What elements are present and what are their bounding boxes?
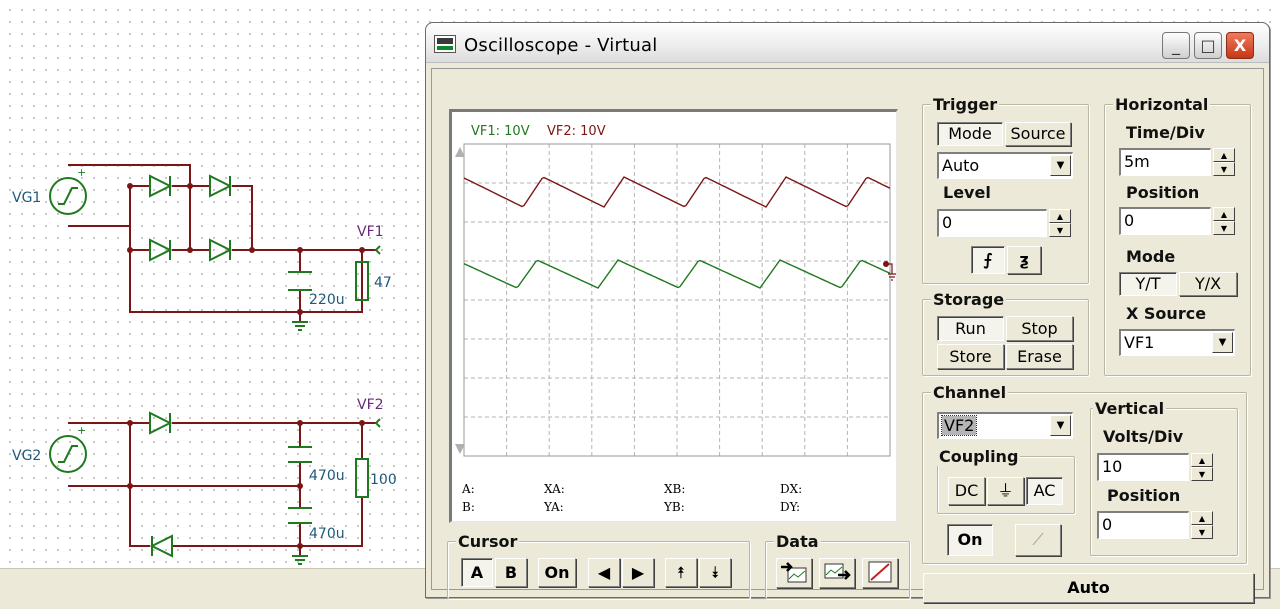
export-data-icon[interactable]	[776, 558, 812, 588]
maximize-button[interactable]: □	[1194, 32, 1222, 59]
mode-yt-button[interactable]: Y/T	[1119, 272, 1177, 296]
storage-group: Storage Run Stop Store Erase	[922, 290, 1089, 376]
time-div-input[interactable]: 5m	[1119, 148, 1211, 176]
svg-text:+: +	[77, 166, 86, 179]
time-div-label: Time/Div	[1126, 123, 1205, 142]
cursor-down-icon[interactable]: ⯯	[699, 558, 731, 587]
cursor-a-button[interactable]: A	[461, 558, 493, 587]
auto-button[interactable]: Auto	[923, 573, 1254, 603]
source-label-vg1: VG1	[12, 190, 41, 206]
x-source-label: X Source	[1126, 304, 1207, 323]
readout-xa: XA:	[544, 482, 565, 496]
window-title: Oscilloscope - Virtual	[464, 35, 658, 56]
x-source-value: VF1	[1124, 333, 1155, 352]
cursor-up-icon[interactable]: ⯭	[665, 558, 697, 587]
source-label-vg2: VG2	[12, 448, 41, 464]
trigger-level-label: Level	[943, 183, 991, 202]
title-bar[interactable]: Oscilloscope - Virtual _ □ X	[426, 23, 1269, 63]
cursor-on-button[interactable]: On	[538, 558, 576, 587]
readout-yb: YB:	[664, 500, 685, 514]
horizontal-group: Horizontal Time/Div 5m ▲ ▼ Position 0 ▲ ▼ …	[1104, 95, 1251, 376]
readout-a: A:	[462, 482, 475, 496]
import-data-icon[interactable]	[819, 558, 855, 588]
capacitor-label-220u: 220u	[309, 292, 345, 308]
chevron-down-icon[interactable]: ▼	[1050, 415, 1071, 436]
vertical-position-spinner[interactable]: ▲ ▼	[1191, 511, 1213, 539]
channel-on-button[interactable]: On	[947, 524, 993, 556]
oscilloscope-app-icon	[434, 35, 456, 53]
probe-label-vf2: VF2	[357, 397, 384, 413]
falling-edge-icon[interactable]: ƺ	[1007, 246, 1041, 274]
scope-screen[interactable]: VF1: 10V VF2: 10V A: B: XA: YA: XB: YB: …	[449, 109, 898, 523]
channel-group: Channel VF2 ▼ Coupling DC ⏚ AC On ⟋ Vert…	[922, 383, 1247, 564]
coupling-title: Coupling	[937, 447, 1021, 466]
trigger-level-spinner[interactable]: ▲ ▼	[1049, 209, 1071, 237]
capacitor-label-470u-1: 470u	[309, 468, 345, 484]
rising-edge-icon[interactable]: ⨍	[971, 246, 1005, 274]
horizontal-position-input[interactable]: 0	[1119, 207, 1211, 235]
scope-panel: VF1: 10V VF2: 10V A: B: XA: YA: XB: YB: …	[431, 68, 1264, 603]
trigger-mode-value: Auto	[942, 156, 980, 175]
capacitor-label-470u-2: 470u	[309, 526, 345, 542]
coupling-ground-icon[interactable]: ⏚	[987, 477, 1024, 505]
readout-dy: DY:	[780, 500, 801, 514]
run-button[interactable]: Run	[937, 316, 1004, 341]
vertical-position-label: Position	[1107, 486, 1181, 505]
trigger-mode-button[interactable]: Mode	[937, 122, 1003, 146]
chevron-down-icon[interactable]: ▼	[1050, 155, 1071, 176]
trigger-level-input[interactable]: 0	[937, 209, 1047, 237]
resistor-label-47: 47	[374, 275, 392, 291]
store-button[interactable]: Store	[937, 344, 1004, 369]
oscilloscope-window: Oscilloscope - Virtual _ □ X VF1: 10V VF…	[425, 22, 1270, 603]
erase-button[interactable]: Erase	[1006, 344, 1073, 369]
horizontal-position-label: Position	[1126, 183, 1200, 202]
cursor-title: Cursor	[456, 532, 520, 551]
cursor-left-icon[interactable]: ◀	[588, 558, 620, 587]
channel-title: Channel	[931, 383, 1009, 402]
readout-xb: XB:	[664, 482, 686, 496]
coupling-group: Coupling DC ⏚ AC	[937, 447, 1075, 514]
volts-div-label: Volts/Div	[1103, 427, 1184, 446]
schematic-canvas: + + VG1 VG2 VF1 VF2 220u 470u 470u 47 100	[12, 164, 397, 565]
volts-div-input[interactable]: 10	[1097, 453, 1189, 481]
data-group: Data	[765, 532, 910, 599]
readout-ya: YA:	[544, 500, 564, 514]
channel-value: VF2	[940, 415, 978, 436]
chevron-down-icon[interactable]: ▼	[1212, 332, 1233, 353]
scope-grid	[455, 143, 896, 457]
cursor-right-icon[interactable]: ▶	[622, 558, 654, 587]
channel-select[interactable]: VF2 ▼	[937, 412, 1073, 439]
trigger-group: Trigger Mode Source Auto ▼ Level 0 ▲ ▼ ⨍ …	[922, 95, 1089, 284]
data-title: Data	[774, 532, 821, 551]
readout-dx: DX:	[780, 482, 803, 496]
cursor-group: Cursor A B On ◀ ▶ ⯭ ⯯	[447, 532, 750, 599]
stop-button[interactable]: Stop	[1006, 316, 1073, 341]
trigger-source-button[interactable]: Source	[1005, 122, 1071, 146]
vertical-position-input[interactable]: 0	[1097, 511, 1189, 539]
storage-title: Storage	[931, 290, 1007, 309]
time-div-spinner[interactable]: ▲ ▼	[1213, 148, 1235, 176]
x-source-select[interactable]: VF1 ▼	[1119, 329, 1235, 356]
horizontal-title: Horizontal	[1113, 95, 1211, 114]
horizontal-mode-label: Mode	[1126, 247, 1176, 266]
trigger-title: Trigger	[931, 95, 1000, 114]
plot-data-icon[interactable]	[862, 558, 898, 588]
coupling-dc-button[interactable]: DC	[948, 477, 985, 505]
minimize-button[interactable]: _	[1162, 32, 1190, 59]
close-button[interactable]: X	[1226, 32, 1254, 59]
trigger-mode-select[interactable]: Auto ▼	[937, 152, 1073, 179]
resistor-label-100: 100	[370, 472, 397, 488]
mode-yx-button[interactable]: Y/X	[1179, 272, 1237, 296]
coupling-ac-button[interactable]: AC	[1026, 477, 1063, 505]
readout-b: B:	[462, 500, 475, 514]
vertical-title: Vertical	[1093, 399, 1167, 418]
volts-div-spinner[interactable]: ▲ ▼	[1191, 453, 1213, 481]
probe-pen-icon[interactable]: ⟋	[1015, 524, 1061, 556]
svg-text:+: +	[77, 424, 86, 437]
probe-label-vf1: VF1	[357, 224, 384, 240]
cursor-b-button[interactable]: B	[495, 558, 527, 587]
horizontal-position-spinner[interactable]: ▲ ▼	[1213, 207, 1235, 235]
vertical-group: Vertical Volts/Div 10 ▲ ▼ Position 0 ▲ ▼	[1090, 399, 1238, 556]
